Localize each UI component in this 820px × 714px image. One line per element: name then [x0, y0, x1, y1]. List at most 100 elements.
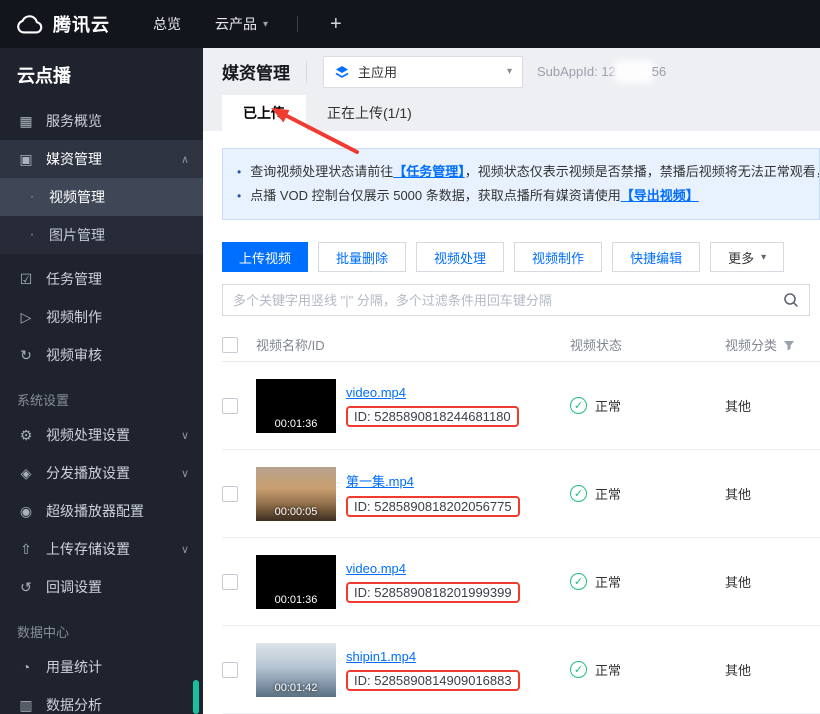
task-management-link[interactable]: 【任务管理】: [393, 164, 465, 179]
video-thumbnail[interactable]: 00:01:36: [256, 555, 336, 609]
video-thumbnail[interactable]: 00:01:42: [256, 643, 336, 697]
sidebar-item-data-analysis[interactable]: ▥ 数据分析: [0, 686, 203, 714]
product-title: 云点播: [0, 48, 203, 102]
duration-label: 00:01:36: [256, 594, 336, 606]
sidebar-item-label: 视频审核: [46, 345, 102, 365]
status-label: 正常: [595, 572, 621, 591]
video-table: 视频名称/ID 视频状态 视频分类 00:01:36 video: [222, 328, 820, 714]
sidebar-item-label: 超级播放器配置: [46, 501, 144, 521]
caret-down-icon: ▾: [263, 19, 268, 30]
video-thumbnail[interactable]: 00:00:05: [256, 467, 336, 521]
video-name-link[interactable]: 第一集.mp4: [346, 471, 520, 490]
sidebar-item-video-management[interactable]: · 视频管理: [0, 178, 203, 216]
video-name-link[interactable]: video.mp4: [346, 561, 520, 576]
video-name-link[interactable]: shipin1.mp4: [346, 649, 520, 664]
sidebar-item-super-player-config[interactable]: ◉ 超级播放器配置: [0, 492, 203, 530]
sidebar-item-label: 用量统计: [46, 657, 102, 677]
tencent-cloud-logo[interactable]: 腾讯云: [0, 11, 136, 37]
column-category: 视频分类: [725, 335, 777, 354]
select-all-checkbox[interactable]: [222, 337, 238, 353]
sidebar-item-label: 图片管理: [49, 225, 105, 245]
sidebar-item-label: 分发播放设置: [46, 463, 130, 483]
status-label: 正常: [595, 396, 621, 415]
tab-uploaded[interactable]: 已上传: [222, 95, 306, 131]
nav-overview-label: 总览: [153, 14, 181, 34]
batch-delete-button[interactable]: 批量删除: [318, 242, 406, 272]
notice-line-1: •查询视频处理状态请前往【任务管理】，视频状态仅表示视频是否禁播，禁播后视频将无…: [237, 160, 805, 184]
sidebar: 云点播 ▦ 服务概览 ▣ 媒资管理 ∧ · 视频管理 · 图片管理 ☑ 任务管理…: [0, 48, 203, 714]
nav-overview[interactable]: 总览: [136, 0, 198, 48]
table-row: 00:01:36 video.mp4 ID: 52858908182446811…: [222, 362, 820, 450]
sidebar-item-callback-settings[interactable]: ↺ 回调设置: [0, 568, 203, 606]
notice-text: ，视频状态仅表示视频是否禁播，禁播后视频将无法正常观看，生效时: [465, 164, 820, 179]
sidebar-item-label: 视频管理: [49, 187, 105, 207]
sidebar-section-system-settings: 系统设置: [0, 382, 203, 416]
sidebar-item-image-management[interactable]: · 图片管理: [0, 216, 203, 254]
bullet-icon: •: [237, 189, 241, 203]
notice-line-2: •点播 VOD 控制台仅展示 5000 条数据，获取点播所有媒资请使用【导出视频…: [237, 184, 805, 208]
video-id-annotated: ID: 5285890818244681180: [346, 406, 519, 427]
duration-label: 00:01:36: [256, 418, 336, 430]
column-name-id: 视频名称/ID: [256, 335, 570, 354]
sidebar-item-distribution-playback-settings[interactable]: ◈ 分发播放设置 ∨: [0, 454, 203, 492]
sidebar-item-media-management[interactable]: ▣ 媒资管理 ∧: [0, 140, 203, 178]
page-header: 媒资管理 主应用 ▾ SubAppId: 12 56: [203, 48, 820, 95]
cloud-logo-icon: [16, 14, 44, 35]
nav-products[interactable]: 云产品 ▾: [198, 0, 285, 48]
duration-label: 00:00:05: [256, 506, 336, 518]
video-id-annotated: ID: 5285890814909016883: [346, 670, 520, 691]
chevron-down-icon: ∨: [181, 429, 189, 442]
header-divider: [306, 61, 307, 83]
sidebar-item-label: 视频处理设置: [46, 425, 130, 445]
sidebar-item-service-overview[interactable]: ▦ 服务概览: [0, 102, 203, 140]
sidebar-item-task-management[interactable]: ☑ 任务管理: [0, 260, 203, 298]
row-checkbox[interactable]: [222, 662, 238, 678]
subappid-blur-mask: [618, 64, 650, 79]
notice-box: • 查询视频处理状态请前往【任务管理】，视频状态仅表示视频是否禁播，禁播后视频将无…: [222, 148, 820, 220]
quick-edit-button[interactable]: 快捷编辑: [612, 242, 700, 272]
sidebar-item-video-production[interactable]: ▷ 视频制作: [0, 298, 203, 336]
search-icon[interactable]: [783, 292, 799, 308]
search-input[interactable]: [233, 293, 783, 308]
caret-down-icon: ▾: [761, 252, 766, 263]
sidebar-item-usage-statistics[interactable]: ◔ 用量统计: [0, 648, 203, 686]
video-process-button[interactable]: 视频处理: [416, 242, 504, 272]
more-button-label: 更多: [728, 248, 754, 267]
video-thumbnail[interactable]: 00:01:36: [256, 379, 336, 433]
notice-text: 查询视频处理状态请前往: [250, 164, 393, 179]
sidebar-item-upload-storage-settings[interactable]: ⇧ 上传存储设置 ∨: [0, 530, 203, 568]
task-icon: ☑: [17, 271, 35, 288]
category-label: 其他: [725, 660, 751, 679]
subappid-suffix: 56: [652, 64, 666, 79]
table-row: 00:01:36 video.mp4 ID: 52858908182019993…: [222, 538, 820, 626]
upload-video-button[interactable]: 上传视频: [222, 242, 308, 272]
more-button[interactable]: 更多 ▾: [710, 242, 784, 272]
topbar-divider: [297, 16, 298, 32]
video-produce-button[interactable]: 视频制作: [514, 242, 602, 272]
table-row: 00:01:42 shipin1.mp4 ID: 528589081490901…: [222, 626, 820, 714]
page-title: 媒资管理: [222, 59, 290, 84]
sidebar-item-label: 任务管理: [46, 269, 102, 289]
status-label: 正常: [595, 660, 621, 679]
row-checkbox[interactable]: [222, 486, 238, 502]
review-cycle-icon: ↻: [17, 347, 35, 364]
search-bar: [222, 284, 810, 316]
media-icon: ▣: [17, 151, 35, 168]
app-selector-dropdown[interactable]: 主应用 ▾: [323, 56, 523, 88]
table-row: 00:00:05 第一集.mp4 ID: 5285890818202056775…: [222, 450, 820, 538]
sidebar-item-video-processing-settings[interactable]: ⚙ 视频处理设置 ∨: [0, 416, 203, 454]
filter-funnel-icon[interactable]: [783, 339, 795, 351]
subappid-prefix: SubAppId: 12: [537, 64, 616, 79]
sidebar-scrollbar-thumb[interactable]: [193, 680, 199, 714]
sidebar-item-video-moderation[interactable]: ↻ 视频审核: [0, 336, 203, 374]
topbar: 腾讯云 总览 云产品 ▾ +: [0, 0, 820, 48]
export-video-link[interactable]: 【导出视频】: [621, 188, 699, 203]
new-tab-button[interactable]: +: [310, 13, 362, 36]
row-checkbox[interactable]: [222, 398, 238, 414]
column-status: 视频状态: [570, 335, 725, 354]
tab-uploading[interactable]: 正在上传(1/1): [306, 95, 433, 131]
row-checkbox[interactable]: [222, 574, 238, 590]
video-name-link[interactable]: video.mp4: [346, 385, 519, 400]
category-label: 其他: [725, 484, 751, 503]
caret-down-icon: ▾: [507, 66, 512, 77]
